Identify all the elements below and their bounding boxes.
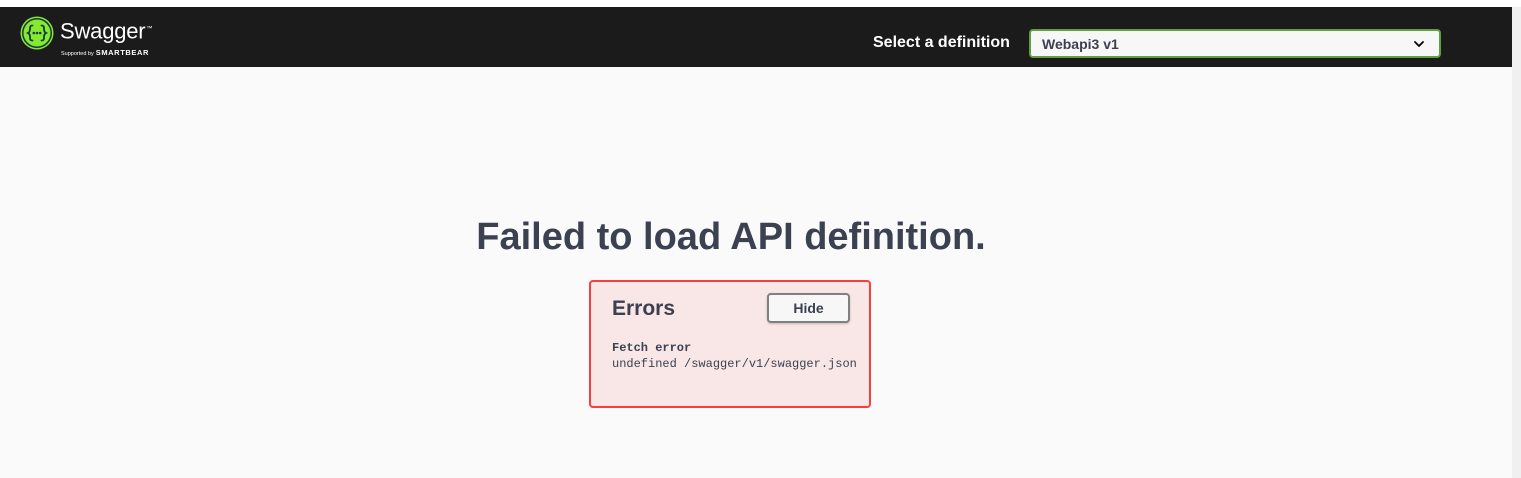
hide-errors-button[interactable]: Hide [767, 293, 850, 323]
logo-brand: SMARTBEAR [95, 48, 150, 58]
swagger-braces-icon [20, 16, 54, 50]
definition-label: Select a definition [873, 34, 1010, 51]
top-strip [0, 0, 1521, 7]
chevron-down-icon [1414, 41, 1424, 47]
logo-name: Swagger [60, 18, 146, 44]
logo-subtitle: Supported by SMARTBEAR [61, 46, 152, 59]
errors-title: Errors [612, 297, 676, 320]
error-message: undefined /swagger/v1/swagger.json [612, 357, 857, 371]
swagger-ui-page: Swagger™ Supported by SMARTBEAR Select a … [0, 0, 1521, 478]
logo-title: Swagger™ [60, 16, 152, 44]
logo-trademark: ™ [146, 26, 153, 32]
swagger-logo[interactable]: Swagger™ Supported by SMARTBEAR [20, 16, 152, 59]
load-failed-message: Failed to load API definition. [476, 216, 986, 258]
logo-text: Swagger™ Supported by SMARTBEAR [60, 16, 152, 59]
definition-select-value: Webapi3 v1 [1042, 36, 1119, 52]
error-heading: Fetch error [612, 341, 692, 355]
scrollbar-gutter [1512, 7, 1521, 478]
topbar: Swagger™ Supported by SMARTBEAR Select a … [0, 7, 1521, 67]
errors-panel: Errors Hide Fetch error undefined /swagg… [589, 280, 871, 408]
definition-select[interactable]: Webapi3 v1 [1029, 29, 1441, 58]
logo-supported-by: Supported by [61, 51, 94, 58]
